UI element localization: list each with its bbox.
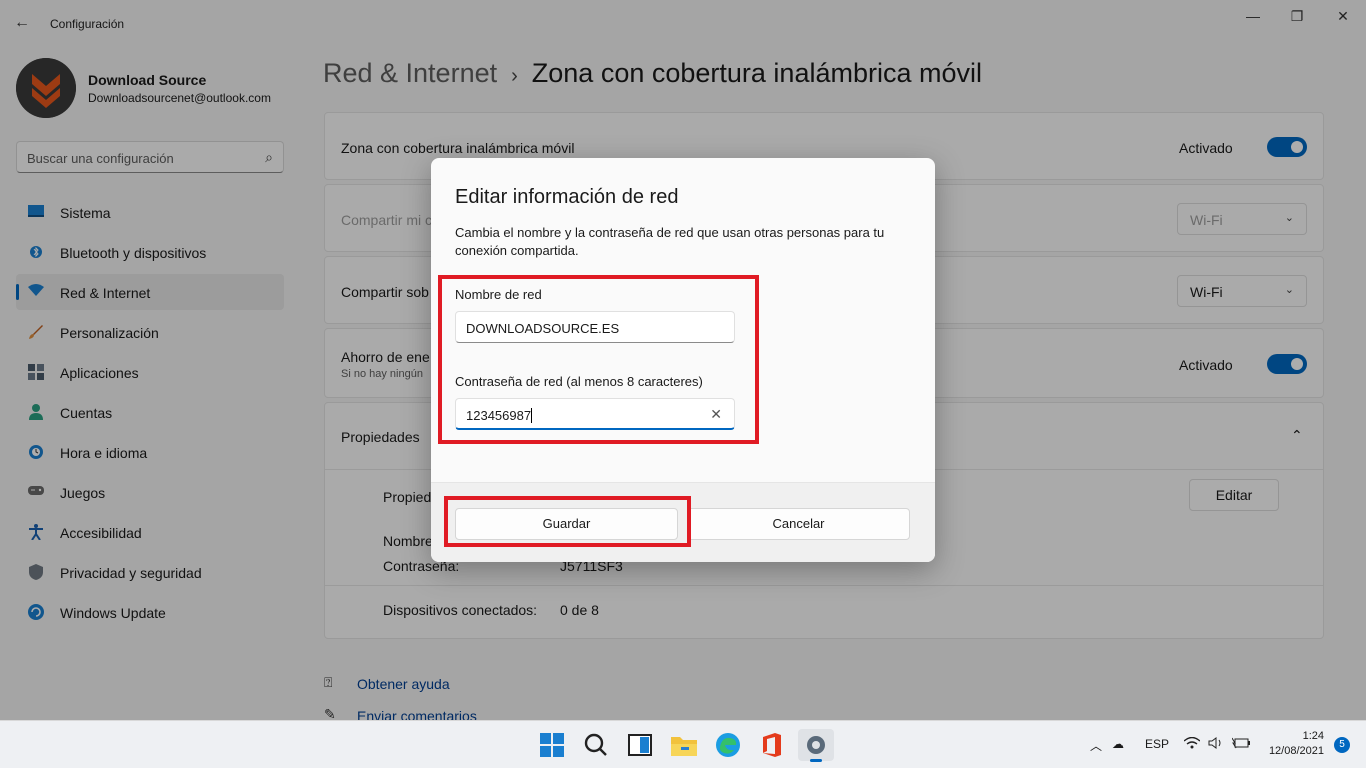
cloud-icon[interactable]: ☁	[1112, 737, 1124, 751]
search-taskbar-icon[interactable]	[578, 729, 614, 761]
dialog-title: Editar información de red	[455, 186, 679, 208]
office-icon[interactable]	[754, 729, 790, 761]
task-view-icon[interactable]	[622, 729, 658, 761]
settings-taskbar-icon[interactable]	[798, 729, 834, 762]
active-app-indicator	[810, 759, 822, 762]
edge-browser-icon[interactable]	[710, 729, 746, 761]
taskbar: ︿ ☁ ESP 1:24 12/08/2021 5	[0, 720, 1366, 768]
tray-chevron-up-icon[interactable]: ︿	[1090, 737, 1102, 754]
clock[interactable]: 1:24 12/08/2021	[1269, 729, 1324, 759]
clock-date: 12/08/2021	[1268, 745, 1324, 757]
dialog-description: Cambia el nombre y la contraseña de red …	[455, 225, 885, 258]
language-indicator[interactable]: ESP	[1145, 737, 1169, 751]
cancel-button[interactable]: Cancelar	[687, 508, 910, 540]
notification-badge[interactable]: 5	[1334, 737, 1350, 753]
battery-icon[interactable]	[1231, 737, 1250, 752]
fields-highlight-box	[438, 275, 759, 444]
wifi-tray-icon[interactable]	[1183, 736, 1201, 752]
start-button[interactable]	[534, 729, 570, 761]
volume-icon[interactable]	[1208, 737, 1224, 752]
clock-time: 1:24	[1302, 730, 1324, 742]
save-highlight-box	[444, 496, 691, 547]
file-explorer-icon[interactable]	[666, 729, 702, 761]
